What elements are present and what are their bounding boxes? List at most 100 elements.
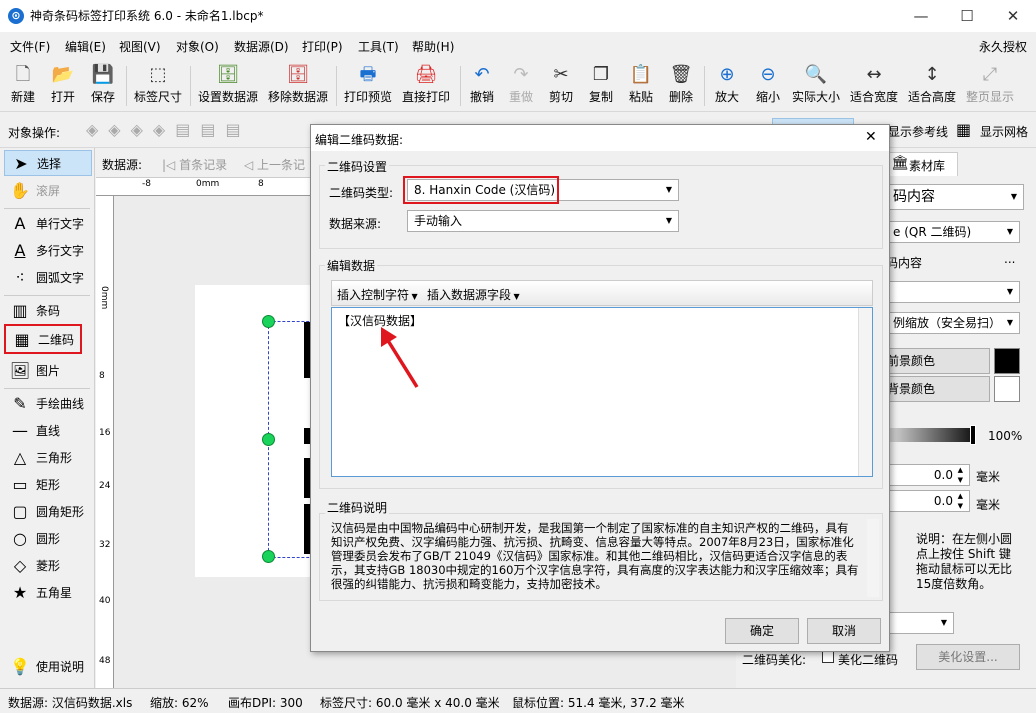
tool-circle[interactable]: ○ 圆形 — [4, 526, 92, 552]
delete-button[interactable]: 🗑 删除 — [663, 60, 699, 110]
spinner-icon: ▲ ▼ — [957, 466, 963, 484]
option-select[interactable]: ▼ — [886, 281, 1020, 303]
beautify-label: 二维码美化: — [742, 653, 807, 667]
fit-width-button[interactable]: ↔ 适合宽度 — [847, 60, 901, 110]
menu-edit[interactable]: 编辑(E) — [65, 38, 106, 55]
spinner-icon: ▲ ▼ — [957, 492, 963, 510]
close-button[interactable]: ✕ — [990, 0, 1036, 32]
redo-button[interactable]: ↷ 重做 — [503, 60, 539, 110]
textarea-scrollbar[interactable] — [858, 308, 872, 476]
scale-select[interactable]: 例缩放（安全易扫） ▼ — [886, 312, 1020, 334]
zoom-in-button[interactable]: ⊕ 放大 — [708, 60, 746, 110]
opacity-slider[interactable] — [886, 428, 974, 442]
tool-star[interactable]: ★ 五角星 — [4, 580, 92, 606]
set-datasource-button[interactable]: 🗄 设置数据源 — [194, 60, 262, 110]
direct-print-button[interactable]: 🖨 直接打印 — [398, 60, 454, 110]
label-size-icon: ⬚ — [149, 64, 167, 85]
menu-datasource[interactable]: 数据源(D) — [234, 38, 289, 55]
beautify-settings-button[interactable]: 美化设置... — [916, 644, 1020, 670]
tool-rectangle[interactable]: ▭ 矩形 — [4, 472, 92, 498]
tool-qrcode[interactable]: ▦ 二维码 — [4, 324, 82, 354]
minimize-button[interactable]: — — [898, 0, 944, 32]
save-button[interactable]: 💾 保存 — [84, 60, 122, 110]
type-highlight-box — [403, 176, 559, 204]
ruler-label: 8 — [99, 371, 105, 381]
main-toolbar: 🗋 新建 📂 打开 💾 保存 ⬚ 标签尺寸 🗄 设置数据源 🗄 移除数据源 🖶 打印预览 🖨 直… — [0, 58, 1036, 112]
insert-datasource-field-button[interactable]: 插入数据源字段 ▼ — [427, 286, 520, 303]
remove-datasource-button[interactable]: 🗄 移除数据源 — [264, 60, 332, 110]
cancel-button[interactable]: 取消 — [807, 618, 881, 644]
foreground-color-swatch[interactable] — [994, 348, 1020, 374]
tab-material-library[interactable]: 🏛 素材库 — [886, 152, 958, 176]
tool-arc-text[interactable]: ⁖ 圆弧文字 — [4, 265, 92, 291]
toolbar-separator — [460, 66, 461, 106]
resize-handle[interactable] — [262, 433, 275, 446]
offset-y-input[interactable]: 0.0 ▲ ▼ — [886, 490, 970, 512]
label-size-button[interactable]: ⬚ 标签尺寸 — [130, 60, 186, 110]
chevron-down-icon: ▼ — [665, 216, 672, 225]
menu-help[interactable]: 帮助(H) — [412, 38, 454, 55]
menu-object[interactable]: 对象(O) — [176, 38, 219, 55]
tool-multi-text[interactable]: A 多行文字 — [4, 238, 92, 264]
beautify-checkbox[interactable] — [822, 651, 834, 663]
first-icon: |◁ — [162, 158, 180, 172]
show-grid-toggle[interactable]: 显示网格 — [980, 123, 1028, 140]
actual-size-button[interactable]: 🔍 实际大小 — [789, 60, 843, 110]
source-label: 数据来源: — [329, 217, 382, 231]
fit-height-button[interactable]: ↕ 适合高度 — [905, 60, 959, 110]
status-mouse-position: 鼠标位置: 51.4 毫米, 37.2 毫米 — [512, 696, 685, 710]
background-color-button[interactable]: 背景颜色 — [886, 376, 990, 402]
rotation-hint: 说明：在左侧小圆点上按住 Shift 键拖动鼠标可以无比15度倍数角。 — [916, 532, 1013, 591]
dialog-title: 编辑二维码数据: — [315, 133, 404, 147]
toolbar-separator — [704, 66, 705, 106]
tool-barcode[interactable]: ▥ 条码 — [4, 298, 92, 324]
content-select[interactable]: 码内容 ▼ — [886, 184, 1024, 210]
tool-scroll[interactable]: ✋ 滚屏 — [4, 178, 92, 204]
menu-file[interactable]: 文件(F) — [10, 38, 50, 55]
insert-control-char-button[interactable]: 插入控制字符 ▼ — [337, 286, 418, 303]
foreground-color-button[interactable]: 前景颜色 — [886, 348, 990, 374]
resize-handle[interactable] — [262, 550, 275, 563]
print-preview-icon: 🖶 — [359, 64, 377, 85]
label-page[interactable] — [195, 285, 315, 577]
fit-page-button[interactable]: ⤢ 整页显示 — [963, 60, 1017, 110]
tool-rounded-rect[interactable]: ▢ 圆角矩形 — [4, 499, 92, 525]
tool-freehand[interactable]: ✎ 手绘曲线 — [4, 391, 92, 417]
menu-view[interactable]: 视图(V) — [119, 38, 161, 55]
new-doc-icon: 🗋 — [15, 64, 31, 85]
offset-x-input[interactable]: 0.0 ▲ ▼ — [886, 464, 970, 486]
lightbulb-icon: 💡 — [10, 657, 30, 676]
more-button[interactable]: ... — [1004, 252, 1015, 266]
ok-button[interactable]: 确定 — [725, 618, 799, 644]
opacity-slider-thumb[interactable] — [970, 425, 976, 445]
help-button[interactable]: 💡 使用说明 — [4, 654, 92, 680]
data-source-select[interactable]: 手动输入 ▼ — [407, 210, 679, 232]
zoom-out-button[interactable]: ⊖ 缩小 — [749, 60, 787, 110]
cut-button[interactable]: ✂ 剪切 — [543, 60, 579, 110]
first-record-button[interactable]: |◁ 首条记录 — [162, 156, 227, 173]
menu-tools[interactable]: 工具(T) — [358, 38, 399, 55]
prev-record-button[interactable]: ◁ 上一条记 — [244, 156, 305, 173]
show-ref-lines-toggle[interactable]: 显示参考线 — [888, 123, 948, 140]
dialog-close-button[interactable]: ✕ — [865, 129, 877, 145]
resize-handle[interactable] — [262, 315, 275, 328]
desc-scrollbar[interactable] — [867, 519, 879, 597]
background-color-swatch[interactable] — [994, 376, 1020, 402]
barcode-type-select[interactable]: e (QR 二维码) ▼ — [886, 221, 1020, 243]
copy-button[interactable]: ❐ 复制 — [583, 60, 619, 110]
tool-diamond[interactable]: ◇ 菱形 — [4, 553, 92, 579]
tool-image[interactable]: 🖼 图片 — [4, 358, 92, 384]
maximize-button[interactable]: ☐ — [944, 0, 990, 32]
datasource-label: 数据源: — [102, 158, 143, 172]
tool-line[interactable]: — 直线 — [4, 418, 92, 444]
open-button[interactable]: 📂 打开 — [44, 60, 82, 110]
new-button[interactable]: 🗋 新建 — [4, 60, 42, 110]
tool-select[interactable]: ➤ 选择 — [4, 150, 92, 176]
tool-triangle[interactable]: △ 三角形 — [4, 445, 92, 471]
tool-single-text[interactable]: A 单行文字 — [4, 211, 92, 237]
extra-select[interactable]: ▼ — [886, 612, 954, 634]
undo-button[interactable]: ↶ 撤销 — [464, 60, 500, 110]
menu-print[interactable]: 打印(P) — [302, 38, 343, 55]
print-preview-button[interactable]: 🖶 打印预览 — [340, 60, 396, 110]
paste-button[interactable]: 📋 粘贴 — [623, 60, 659, 110]
